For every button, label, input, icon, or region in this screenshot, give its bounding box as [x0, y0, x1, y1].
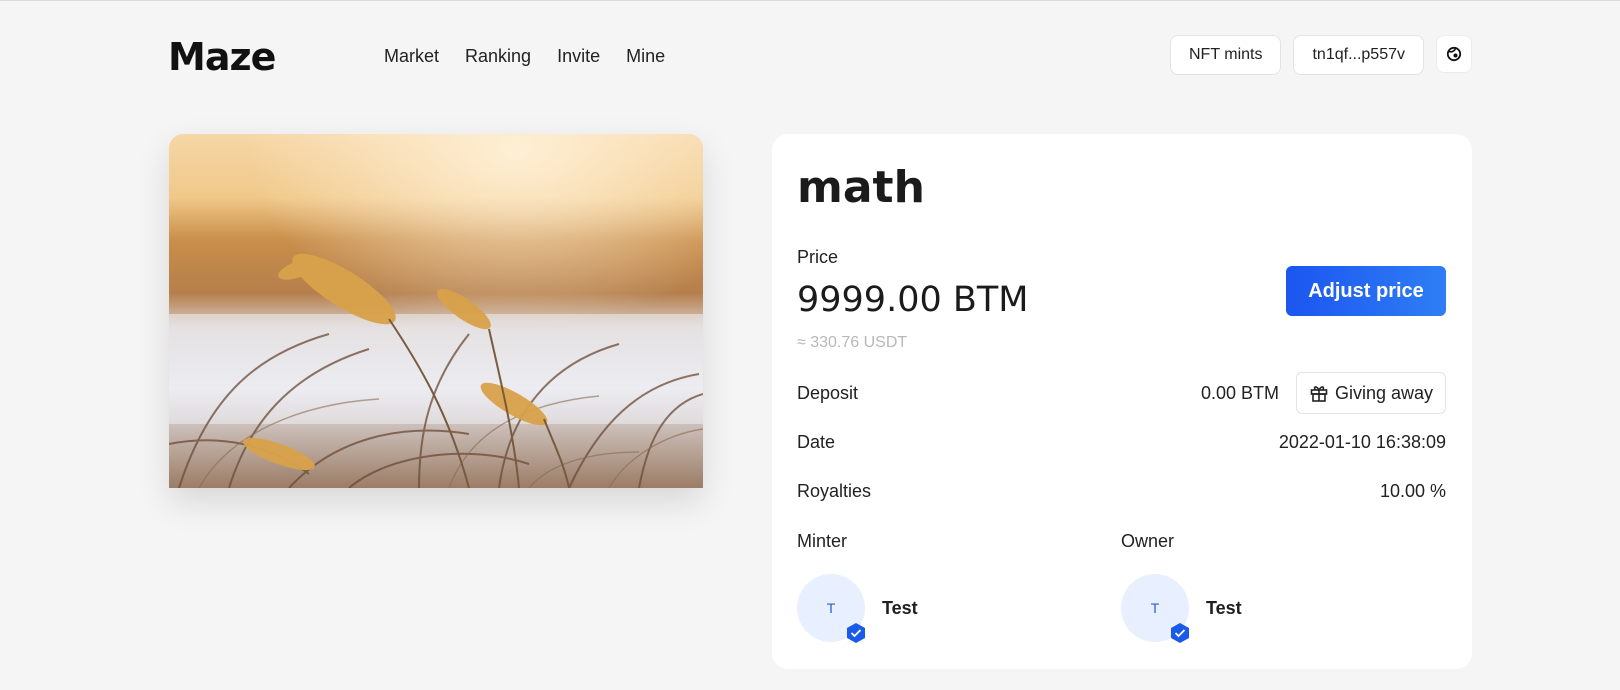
price-label: Price [797, 247, 839, 267]
owner-name[interactable]: Test [1206, 598, 1242, 619]
minter-label: Minter [797, 531, 848, 551]
minter-name[interactable]: Test [882, 598, 918, 619]
header-actions: NFT mints tn1qf...p557v [1170, 35, 1472, 75]
settings-button[interactable] [1436, 35, 1472, 73]
minter-avatar[interactable]: T [797, 574, 865, 643]
nav-ranking[interactable]: Ranking [465, 46, 531, 67]
owner-avatar[interactable]: T [1121, 574, 1189, 643]
nav-market[interactable]: Market [384, 46, 439, 67]
giving-away-button[interactable]: Giving away [1296, 372, 1446, 414]
wallet-address-button[interactable]: tn1qf...p557v [1293, 35, 1424, 75]
settings-icon [1446, 46, 1462, 62]
price-value: 9999.00 BTM [797, 280, 1029, 320]
owner-initial: T [1150, 600, 1160, 616]
nft-detail-panel: math Price 9999.00 BTM ≈ 330.76 USDT Adj… [772, 134, 1472, 669]
owner-profile[interactable]: T Test [1121, 574, 1242, 643]
nav-mine[interactable]: Mine [626, 46, 665, 67]
adjust-price-button[interactable]: Adjust price [1286, 266, 1446, 316]
minter-profile[interactable]: T Test [797, 574, 918, 643]
date-value: 2022-01-10 16:38:09 [1278, 432, 1446, 452]
nft-image [169, 134, 703, 488]
royalties-value: 10.00 % [1379, 481, 1446, 501]
verified-badge-icon [847, 623, 865, 643]
minter-initial: T [826, 600, 836, 616]
maze-logo[interactable]: Maze [168, 35, 276, 79]
deposit-value: 0.00 BTM [1200, 383, 1279, 403]
gift-icon [1310, 386, 1328, 402]
wheat-grass-photo [169, 134, 703, 488]
royalties-label: Royalties [797, 481, 872, 501]
verified-badge-icon [1171, 623, 1189, 643]
nft-mints-button[interactable]: NFT mints [1170, 35, 1282, 75]
main-nav: Market Ranking Invite Mine [384, 46, 665, 67]
price-usdt: ≈ 330.76 USDT [797, 334, 908, 351]
deposit-label: Deposit [797, 383, 859, 403]
nft-title: math [797, 162, 925, 213]
owner-label: Owner [1121, 531, 1175, 551]
date-label: Date [797, 432, 836, 452]
giving-away-label: Giving away [1334, 382, 1434, 403]
nav-invite[interactable]: Invite [557, 46, 600, 67]
